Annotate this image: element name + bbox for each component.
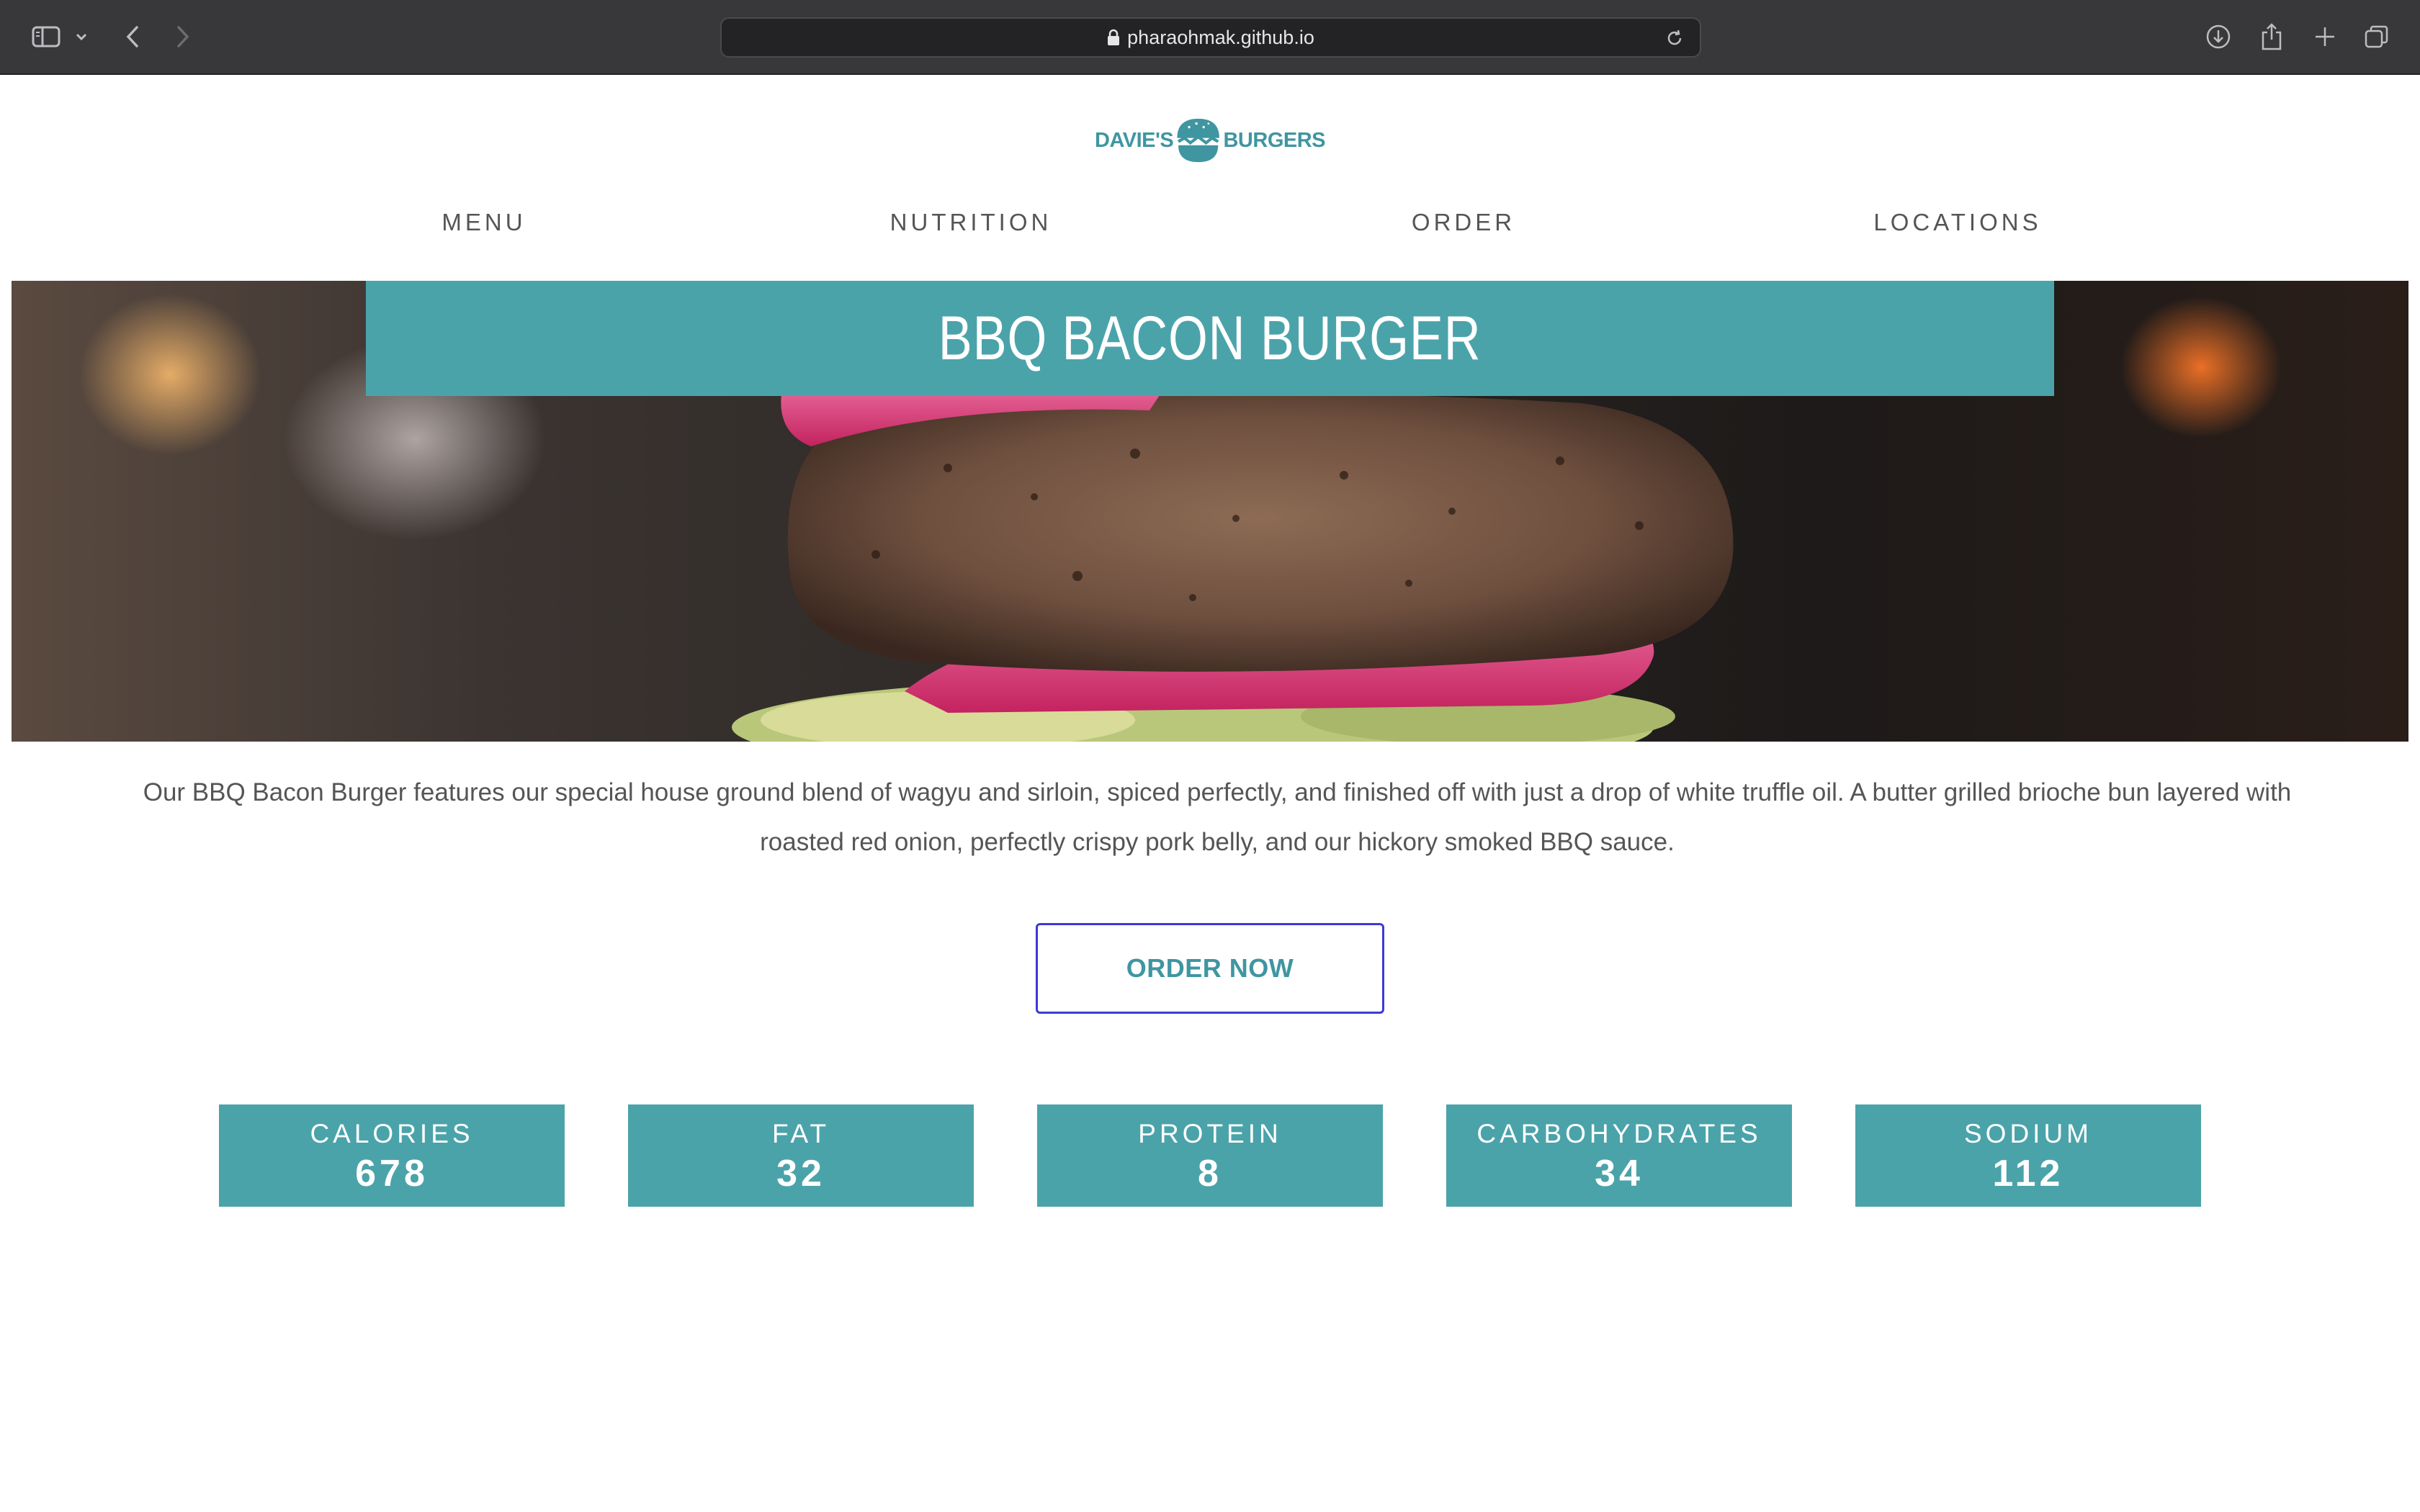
nav-menu[interactable]: MENU xyxy=(340,209,628,236)
nav-order[interactable]: ORDER xyxy=(1319,209,1608,236)
plus-icon xyxy=(2316,27,2334,46)
page-title: BBQ BACON BURGER xyxy=(938,303,1482,373)
sidebar-menu-button[interactable] xyxy=(71,16,92,58)
nutrition-value: 8 xyxy=(1198,1153,1222,1194)
chevron-down-icon xyxy=(76,33,87,41)
sidebar-toggle-button[interactable] xyxy=(26,16,66,58)
address-bar[interactable]: pharaohmak.github.io xyxy=(720,17,1701,58)
title-banner: BBQ BACON BURGER xyxy=(366,281,2054,396)
burger-description: Our BBQ Bacon Burger features our specia… xyxy=(143,778,2292,856)
nutrition-calories: CALORIES 678 xyxy=(219,1104,565,1207)
chevron-right-icon xyxy=(177,26,189,48)
nutrition-facts: CALORIES 678 FAT 32 PROTEIN 8 CARBOHYDRA… xyxy=(0,1104,2420,1207)
downloads-button[interactable] xyxy=(2198,16,2238,58)
nav-nutrition[interactable]: NUTRITION xyxy=(827,209,1115,236)
nav-locations[interactable]: LOCATIONS xyxy=(1814,209,2102,236)
logo-right-text: BURGERS xyxy=(1223,128,1325,152)
sidebar-icon xyxy=(32,26,60,48)
order-now-label: ORDER NOW xyxy=(1126,953,1294,983)
chevron-left-icon xyxy=(126,26,138,48)
nutrition-sodium: SODIUM 112 xyxy=(1855,1104,2201,1207)
nutrition-label: CALORIES xyxy=(310,1119,474,1148)
nutrition-label: PROTEIN xyxy=(1138,1119,1282,1148)
forward-button[interactable] xyxy=(166,16,200,58)
reload-button[interactable] xyxy=(1662,26,1687,50)
download-icon xyxy=(2206,24,2231,49)
share-button[interactable] xyxy=(2251,16,2292,58)
tabs-overview-icon xyxy=(2365,25,2388,48)
reload-icon xyxy=(1667,30,1682,45)
nutrition-value: 34 xyxy=(1595,1153,1644,1194)
share-icon xyxy=(2262,23,2282,50)
nutrition-label: CARBOHYDRATES xyxy=(1476,1119,1762,1148)
nutrition-fat: FAT 32 xyxy=(628,1104,974,1207)
url-text: pharaohmak.github.io xyxy=(1127,26,1314,48)
site-logo[interactable]: DAVIE'S BURGERS xyxy=(1095,108,1325,173)
order-now-button[interactable]: ORDER NOW xyxy=(1036,923,1384,1014)
burger-logo-icon xyxy=(1177,118,1220,163)
logo-left-text: DAVIE'S xyxy=(1095,128,1174,152)
back-button[interactable] xyxy=(115,16,150,58)
nutrition-value: 112 xyxy=(1992,1153,2064,1194)
new-tab-button[interactable] xyxy=(2305,16,2345,58)
tab-overview-button[interactable] xyxy=(2357,16,2397,58)
nutrition-protein: PROTEIN 8 xyxy=(1037,1104,1383,1207)
nutrition-carbohydrates: CARBOHYDRATES 34 xyxy=(1446,1104,1792,1207)
browser-toolbar: pharaohmak.github.io xyxy=(0,0,2420,75)
nutrition-value: 678 xyxy=(355,1153,429,1194)
main-nav: MENU NUTRITION ORDER LOCATIONS xyxy=(0,209,2420,245)
nutrition-label: SODIUM xyxy=(1964,1119,2092,1148)
nutrition-label: FAT xyxy=(771,1119,830,1148)
nutrition-value: 32 xyxy=(776,1153,825,1194)
lock-icon xyxy=(1108,29,1120,45)
